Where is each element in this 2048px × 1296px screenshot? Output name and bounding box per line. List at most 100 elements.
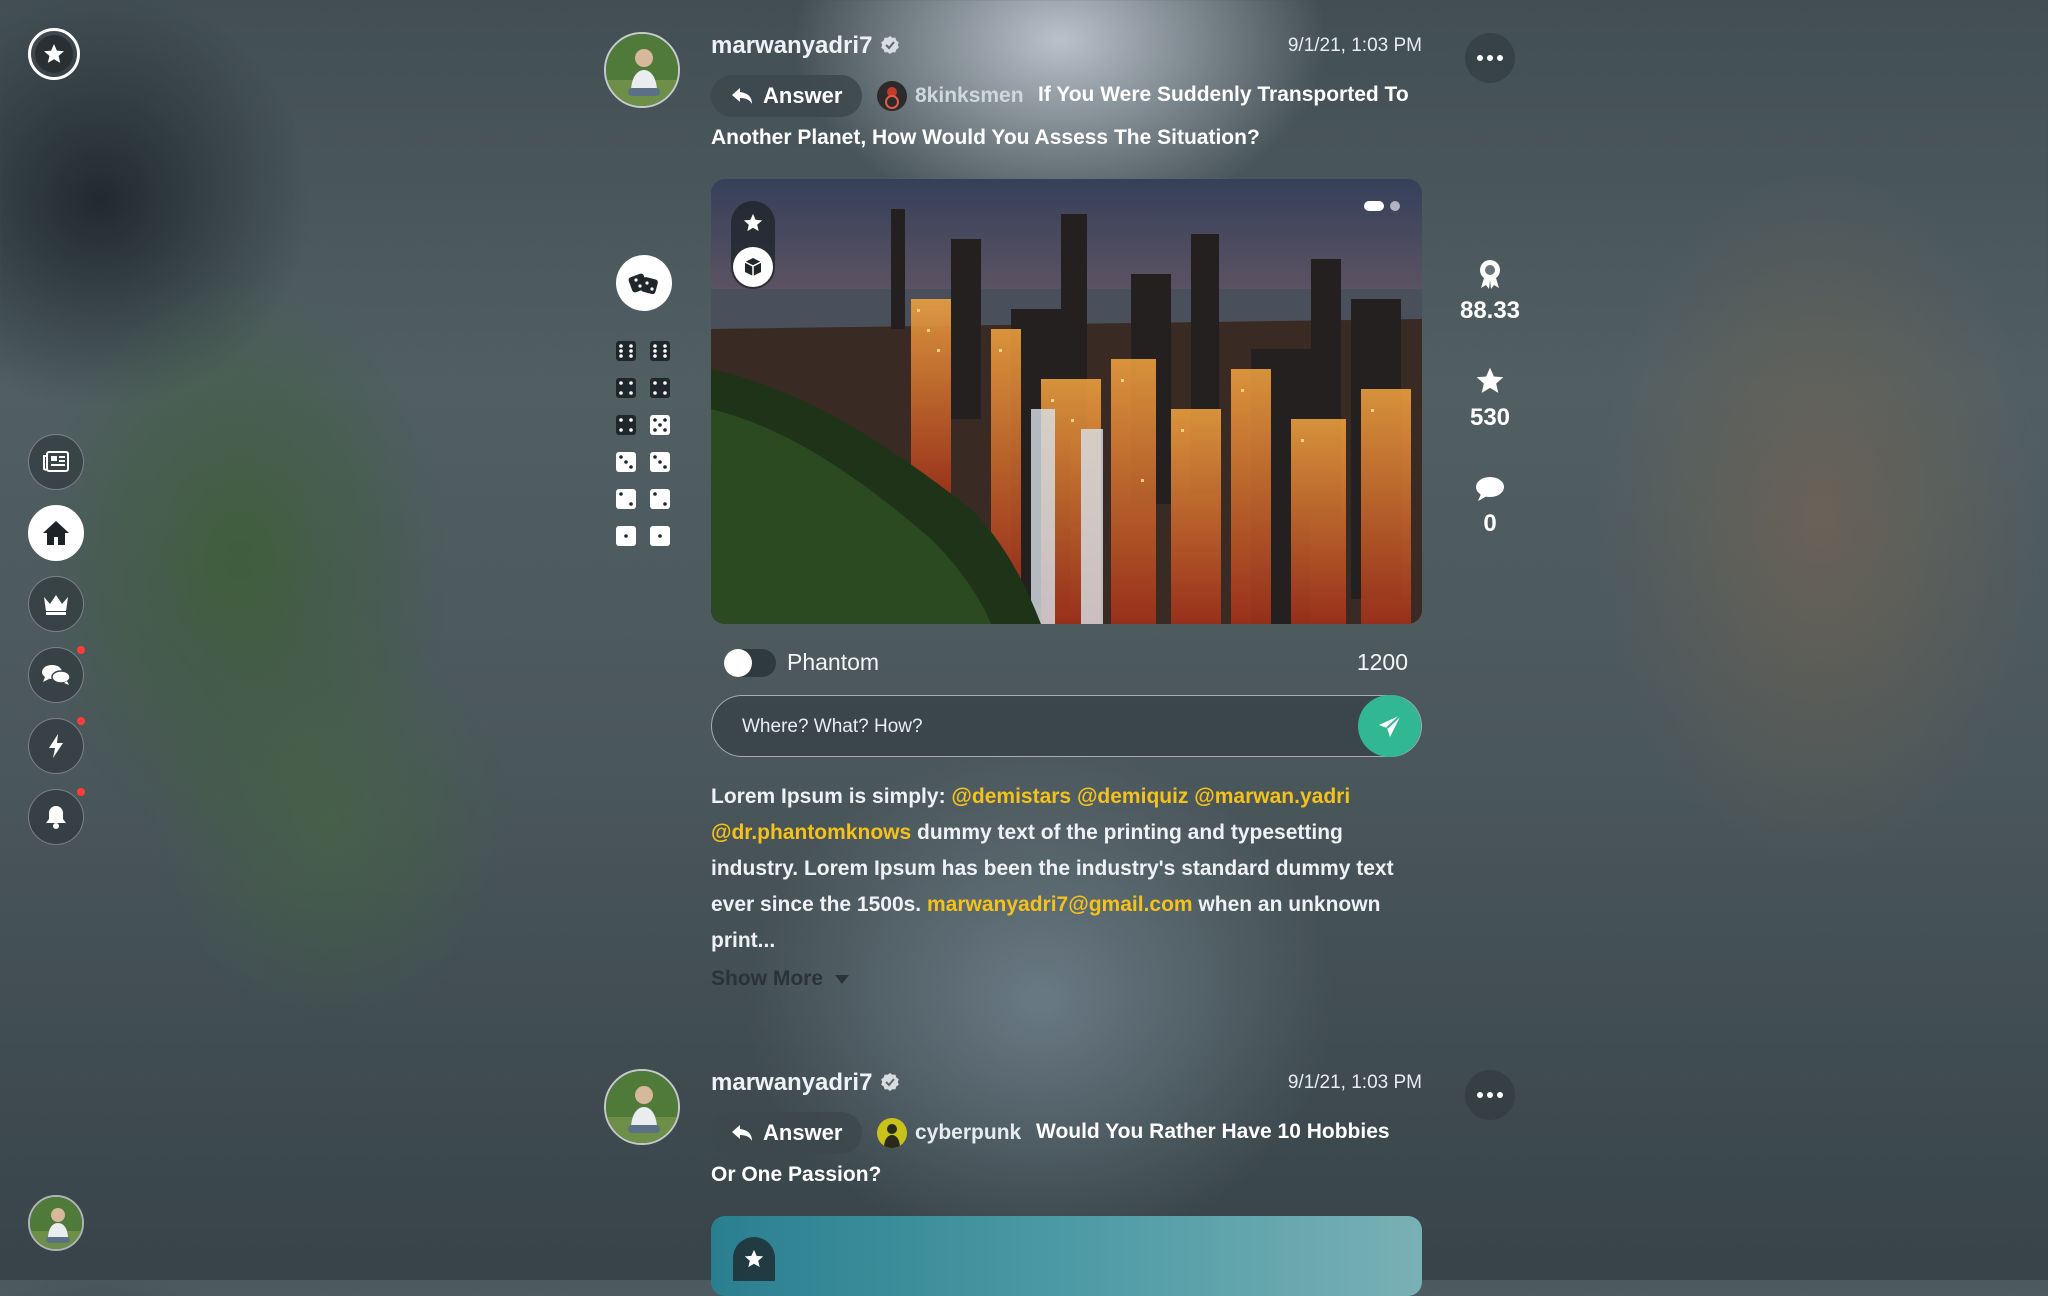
score-value: 88.33 [1459, 297, 1521, 324]
mention-link[interactable]: @dr.phantomknows [711, 821, 911, 844]
dice-icon [628, 273, 658, 295]
die-face-6-icon[interactable] [616, 341, 636, 361]
show-more-label: Show More [711, 967, 824, 990]
username-text: marwanyadri7 [711, 32, 873, 59]
phantom-label: Phantom [787, 649, 880, 675]
dot [1497, 1092, 1503, 1098]
app-logo[interactable] [28, 28, 80, 80]
verified-badge-icon [881, 1073, 900, 1091]
answer-button[interactable]: Answer [711, 75, 863, 117]
show-more-button[interactable]: Show More [711, 967, 850, 991]
chat-bubbles-icon [42, 665, 71, 685]
die-face-1-icon[interactable] [650, 526, 670, 546]
notifications-notification-dot [77, 788, 85, 796]
comment-box [711, 695, 1422, 757]
email-link[interactable]: marwanyadri7@gmail.com [927, 893, 1193, 916]
die-face-3-icon[interactable] [616, 452, 636, 472]
star-icon [1476, 367, 1504, 393]
post-username[interactable]: marwanyadri7 [711, 1069, 900, 1097]
verified-badge-icon [881, 36, 900, 54]
profile-avatar[interactable] [28, 1195, 84, 1251]
comment-input[interactable] [740, 696, 1344, 757]
bell-icon [46, 806, 66, 829]
comments-stat[interactable]: 0 [1440, 475, 1540, 538]
post-count: 1200 [1356, 649, 1408, 675]
answer-label: Answer [763, 1120, 843, 1145]
asker-avatar [877, 1118, 907, 1148]
nav-activity-button[interactable] [28, 717, 85, 774]
question-text-line2: Or One Passion? [711, 1163, 882, 1186]
reply-icon [732, 1125, 752, 1141]
city-night-image [711, 179, 1422, 624]
dot [1477, 1092, 1483, 1098]
die-face-4-icon[interactable] [616, 415, 636, 435]
send-button[interactable] [1358, 695, 1421, 757]
question-text-line1: Would You Rather Have 10 Hobbies [1036, 1120, 1390, 1143]
dot [1497, 55, 1503, 61]
score-stat[interactable]: 88.33 [1440, 258, 1540, 325]
die-face-6-icon[interactable] [650, 341, 670, 361]
answer-label: Answer [763, 83, 843, 108]
nav-leaderboard-button[interactable] [28, 576, 84, 632]
body-intro: Lorem Ipsum is simply: [711, 785, 946, 808]
post-more-button[interactable] [1465, 33, 1515, 83]
pager-dot[interactable] [1390, 201, 1400, 211]
answer-button[interactable]: Answer [711, 1112, 863, 1154]
nav-home-button[interactable] [28, 505, 84, 561]
cube-icon [744, 258, 762, 276]
nav-notifications-button[interactable] [28, 788, 85, 845]
mention-link[interactable]: @marwan.yadri [1194, 785, 1350, 808]
nft-button[interactable] [733, 247, 773, 287]
asker-profile[interactable]: cyberpunk [877, 1118, 1021, 1148]
lightning-icon [49, 734, 63, 758]
die-face-2-icon[interactable] [650, 489, 670, 509]
post-media-image[interactable] [711, 179, 1422, 624]
dice-button[interactable] [616, 255, 672, 311]
stars-value: 530 [1469, 404, 1511, 431]
die-face-4-icon[interactable] [650, 378, 670, 398]
post-media-image[interactable] [711, 1216, 1422, 1296]
asker-name: cyberpunk [915, 1121, 1022, 1144]
award-icon [1480, 260, 1500, 289]
star-icon [743, 213, 763, 232]
post-more-button[interactable] [1465, 1070, 1515, 1120]
dot [1477, 55, 1483, 61]
reply-icon [732, 88, 752, 104]
star-badge-icon [35, 35, 73, 73]
post-username[interactable]: marwanyadri7 [711, 32, 900, 60]
home-icon [43, 521, 69, 545]
die-face-4-icon[interactable] [616, 378, 636, 398]
die-face-5-icon[interactable] [650, 415, 670, 435]
caret-down-icon [835, 974, 850, 984]
media-controls [731, 201, 775, 289]
post-author-avatar[interactable] [604, 32, 680, 108]
favorite-button[interactable] [731, 201, 775, 245]
asker-name: 8kinksmen [915, 84, 1024, 107]
toggle-knob [724, 649, 752, 677]
stars-stat[interactable]: 530 [1440, 365, 1540, 432]
post-timestamp: 9/1/21, 1:03 PM [1287, 1072, 1422, 1093]
post-author-avatar[interactable] [604, 1069, 680, 1145]
question-text-line1: If You Were Suddenly Transported To [1038, 83, 1409, 106]
mention-link[interactable]: @demistars [951, 785, 1071, 808]
asker-profile[interactable]: 8kinksmen [877, 81, 1024, 111]
asker-avatar [877, 81, 907, 111]
post-body-text: Lorem Ipsum is simply: @demistars @demiq… [711, 779, 1423, 959]
favorite-button[interactable] [733, 1237, 775, 1281]
pager-dot-active[interactable] [1364, 201, 1384, 211]
die-face-3-icon[interactable] [650, 452, 670, 472]
die-face-2-icon[interactable] [616, 489, 636, 509]
chat-notification-dot [77, 646, 85, 654]
nav-news-button[interactable] [28, 434, 84, 490]
question-text-line2: Another Planet, How Would You Assess The… [711, 126, 1260, 149]
paper-plane-icon [1378, 714, 1402, 737]
newspaper-icon [43, 451, 69, 472]
dot [1487, 55, 1493, 61]
mention-link[interactable]: @demiquiz [1077, 785, 1188, 808]
comment-icon [1476, 477, 1504, 501]
die-face-1-icon[interactable] [616, 526, 636, 546]
media-pager[interactable] [1364, 201, 1400, 211]
nav-chat-button[interactable] [28, 646, 85, 703]
phantom-toggle[interactable] [724, 649, 776, 677]
post-timestamp: 9/1/21, 1:03 PM [1287, 35, 1422, 56]
